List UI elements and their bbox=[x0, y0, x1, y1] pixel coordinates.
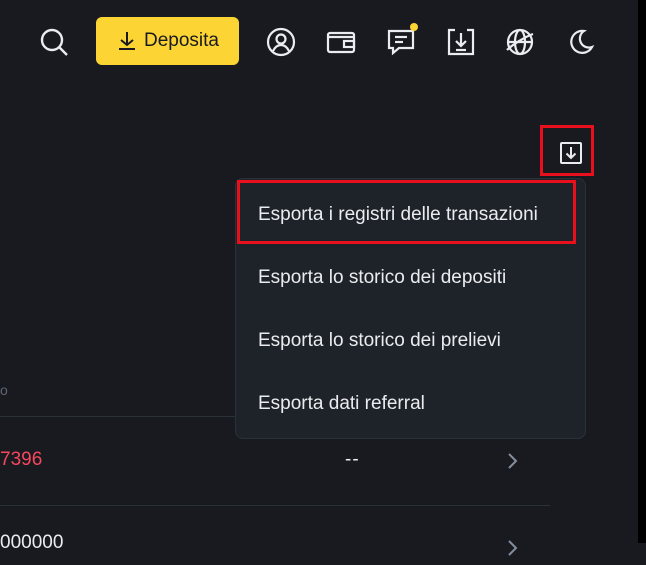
top-header: Deposita bbox=[0, 0, 638, 84]
menu-item-export-referral[interactable]: Esporta dati referral bbox=[258, 384, 425, 424]
chevron-right-icon[interactable] bbox=[500, 536, 524, 560]
row-value: 7396 bbox=[0, 449, 43, 470]
notification-dot bbox=[410, 23, 418, 31]
wallet-icon[interactable] bbox=[323, 22, 359, 62]
deposit-label: Deposita bbox=[144, 30, 219, 51]
table-header-fragment: o bbox=[0, 382, 8, 398]
menu-item-export-withdrawals[interactable]: Esporta lo storico dei prelievi bbox=[258, 321, 501, 361]
row-status: -- bbox=[345, 449, 360, 470]
menu-item-export-transactions[interactable]: Esporta i registri delle transazioni bbox=[258, 195, 538, 235]
scrollbar[interactable] bbox=[638, 0, 646, 543]
download-icon[interactable] bbox=[443, 22, 479, 62]
menu-item-export-deposits[interactable]: Esporta lo storico dei depositi bbox=[258, 258, 506, 298]
download-arrow-icon bbox=[119, 32, 135, 50]
moon-icon[interactable] bbox=[562, 22, 598, 62]
export-button[interactable] bbox=[557, 139, 585, 167]
chevron-right-icon[interactable] bbox=[500, 449, 524, 473]
globe-icon[interactable] bbox=[502, 22, 538, 62]
row-divider bbox=[0, 505, 550, 506]
search-icon[interactable] bbox=[36, 22, 72, 62]
export-menu: Esporta i registri delle transazioni Esp… bbox=[235, 178, 586, 439]
deposit-button[interactable]: Deposita bbox=[96, 17, 239, 65]
export-icon bbox=[560, 142, 582, 164]
user-icon[interactable] bbox=[263, 22, 299, 62]
row-value: 000000 bbox=[0, 532, 64, 553]
